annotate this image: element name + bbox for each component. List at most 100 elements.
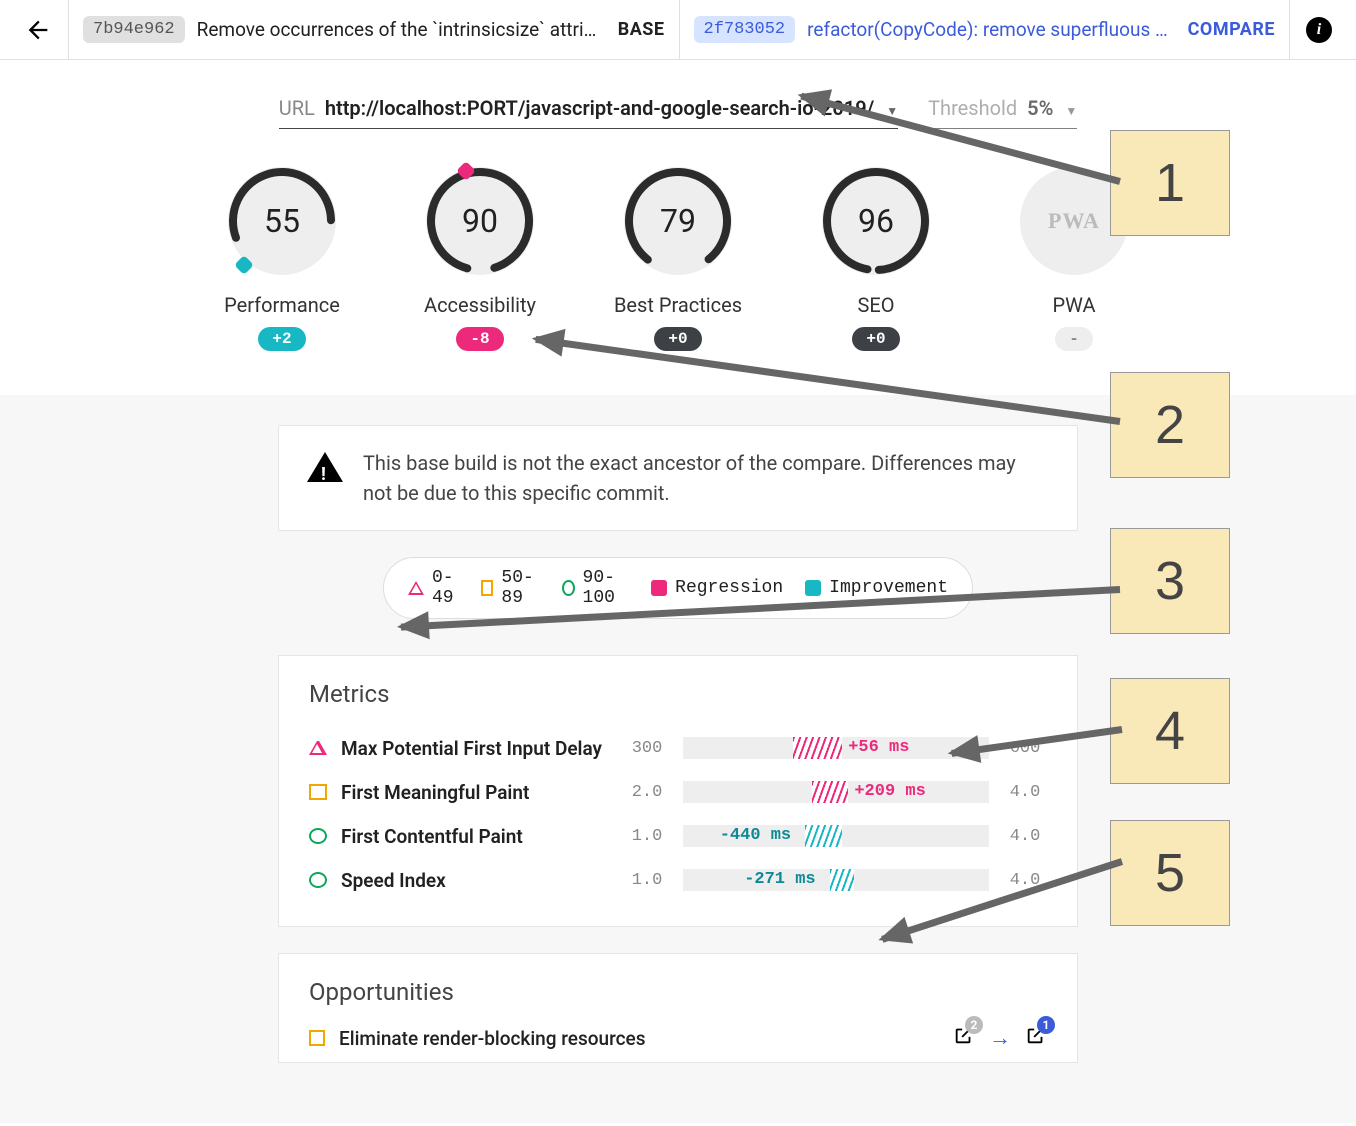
gauge-label: SEO — [857, 293, 894, 317]
metric-row[interactable]: Max Potential First Input Delay 300 +56 ms… — [309, 726, 1047, 770]
legend-range-3: 90-100 — [583, 568, 630, 608]
gauge-ring: 90 — [426, 167, 534, 275]
circle-icon — [309, 828, 327, 844]
metric-delta: +209 ms — [854, 782, 925, 801]
controls-row: URL http://localhost:PORT/javascript-and… — [0, 96, 1356, 129]
gauge-accessibility[interactable]: 90 Accessibility -8 — [410, 167, 550, 351]
gauge-delta: -8 — [456, 327, 503, 351]
callout-3: 3 — [1110, 528, 1230, 634]
metric-bar: -440 ms — [683, 825, 989, 847]
metric-bar: +56 ms — [683, 737, 989, 759]
gauge-seo[interactable]: 96 SEO +0 — [806, 167, 946, 351]
url-value: http://localhost:PORT/javascript-and-goo… — [325, 96, 874, 120]
divider — [1289, 0, 1290, 60]
warning-icon — [307, 452, 343, 482]
triangle-icon — [408, 581, 424, 595]
info-icon[interactable]: i — [1306, 17, 1332, 43]
metric-bar: +209 ms — [683, 781, 989, 803]
legend-range-2: 50-89 — [501, 568, 540, 608]
metric-min: 1.0 — [625, 871, 669, 890]
pwa-icon: PWA — [1048, 208, 1100, 234]
gauge-delta: +0 — [852, 327, 899, 351]
metric-min: 2.0 — [625, 783, 669, 802]
gauge-delta: +2 — [258, 327, 305, 351]
arrow-left-icon — [24, 16, 52, 44]
legend-range-1: 0-49 — [432, 568, 459, 608]
metric-bar: -271 ms — [683, 869, 989, 891]
warning-card: This base build is not the exact ancesto… — [278, 425, 1078, 531]
threshold-selector[interactable]: Threshold 5% ▼ — [928, 96, 1077, 129]
gauge-ring: 96 — [822, 167, 930, 275]
metric-hatch — [793, 737, 842, 759]
metric-name: Max Potential First Input Delay — [341, 737, 611, 760]
threshold-label: Threshold — [928, 96, 1017, 120]
metric-name: Speed Index — [341, 869, 611, 892]
url-label: URL — [279, 96, 315, 120]
warning-text: This base build is not the exact ancesto… — [363, 448, 1049, 508]
compare-message: refactor(CopyCode): remove superfluous a… — [807, 18, 1176, 41]
gauge-arc — [622, 165, 734, 277]
base-message: Remove occurrences of the `intrinsicsize… — [197, 18, 606, 41]
square-icon — [309, 1030, 325, 1046]
metric-hatch — [805, 825, 842, 847]
callout-1: 1 — [1110, 130, 1230, 236]
circle-icon — [309, 872, 327, 888]
gauge-label: PWA — [1053, 293, 1096, 317]
metric-row[interactable]: First Meaningful Paint 2.0 +209 ms 4.0 — [309, 770, 1047, 814]
metric-name: First Meaningful Paint — [341, 781, 611, 804]
improvement-icon — [805, 580, 821, 596]
callout-2: 2 — [1110, 372, 1230, 478]
circle-icon — [562, 580, 575, 596]
opportunity-row[interactable]: Eliminate render-blocking resources 2 → … — [309, 1024, 1047, 1052]
triangle-icon — [309, 741, 327, 755]
gauge-delta: - — [1055, 327, 1093, 351]
gauge-label: Performance — [224, 293, 340, 317]
gauge-arc — [820, 165, 932, 277]
gauge-label: Accessibility — [424, 293, 536, 317]
callout-4: 4 — [1110, 678, 1230, 784]
metrics-title: Metrics — [309, 680, 1047, 708]
compare-hash: 2f783052 — [694, 16, 796, 43]
open-compare-report-icon[interactable]: 1 — [1025, 1024, 1047, 1052]
chevron-down-icon: ▼ — [1065, 104, 1077, 118]
threshold-value: 5% — [1027, 96, 1053, 120]
compare-commit-cell[interactable]: 2f783052 refactor(CopyCode): remove supe… — [680, 16, 1290, 43]
gauge-ring: 79 — [624, 167, 732, 275]
base-count: 2 — [965, 1016, 983, 1034]
metric-min: 300 — [625, 739, 669, 758]
metric-delta: +56 ms — [848, 738, 909, 757]
metric-min: 1.0 — [625, 827, 669, 846]
compare-tag: COMPARE — [1188, 19, 1275, 40]
opportunities-title: Opportunities — [309, 978, 1047, 1006]
compare-count: 1 — [1037, 1016, 1055, 1034]
metric-delta: -440 ms — [720, 826, 791, 845]
arrow-right-icon: → — [989, 1025, 1011, 1051]
base-hash: 7b94e962 — [83, 16, 185, 43]
metric-max: 4.0 — [1003, 783, 1047, 802]
metric-hatch — [812, 781, 849, 803]
base-tag: BASE — [618, 19, 665, 40]
metric-hatch — [830, 869, 854, 891]
gauge-performance[interactable]: 55 Performance +2 — [212, 167, 352, 351]
gauge-best-practices[interactable]: 79 Best Practices +0 — [608, 167, 748, 351]
base-commit-cell[interactable]: 7b94e962 Remove occurrences of the `intr… — [69, 16, 679, 43]
square-icon — [309, 784, 327, 800]
opportunity-name: Eliminate render-blocking resources — [339, 1027, 646, 1050]
metrics-card: Metrics Max Potential First Input Delay 3… — [278, 655, 1078, 927]
back-button[interactable] — [8, 0, 68, 60]
square-icon — [481, 580, 494, 596]
gauge-arc — [424, 165, 536, 277]
metric-max: 4.0 — [1003, 827, 1047, 846]
gauge-label: Best Practices — [614, 293, 742, 317]
metric-delta: -271 ms — [744, 870, 815, 889]
gauge-delta: +0 — [654, 327, 701, 351]
gauge-ring: 55 — [228, 167, 336, 275]
metric-row[interactable]: Speed Index1.0-271 ms4.0 — [309, 858, 1047, 902]
header-bar: 7b94e962 Remove occurrences of the `intr… — [0, 0, 1356, 60]
metric-row[interactable]: First Contentful Paint 1.0 -440 ms 4.0 — [309, 814, 1047, 858]
open-base-report-icon[interactable]: 2 — [953, 1024, 975, 1052]
callout-5: 5 — [1110, 820, 1230, 926]
regression-icon — [651, 580, 667, 596]
metric-name: First Contentful Paint — [341, 825, 611, 848]
legend-regression: Regression — [675, 578, 783, 598]
